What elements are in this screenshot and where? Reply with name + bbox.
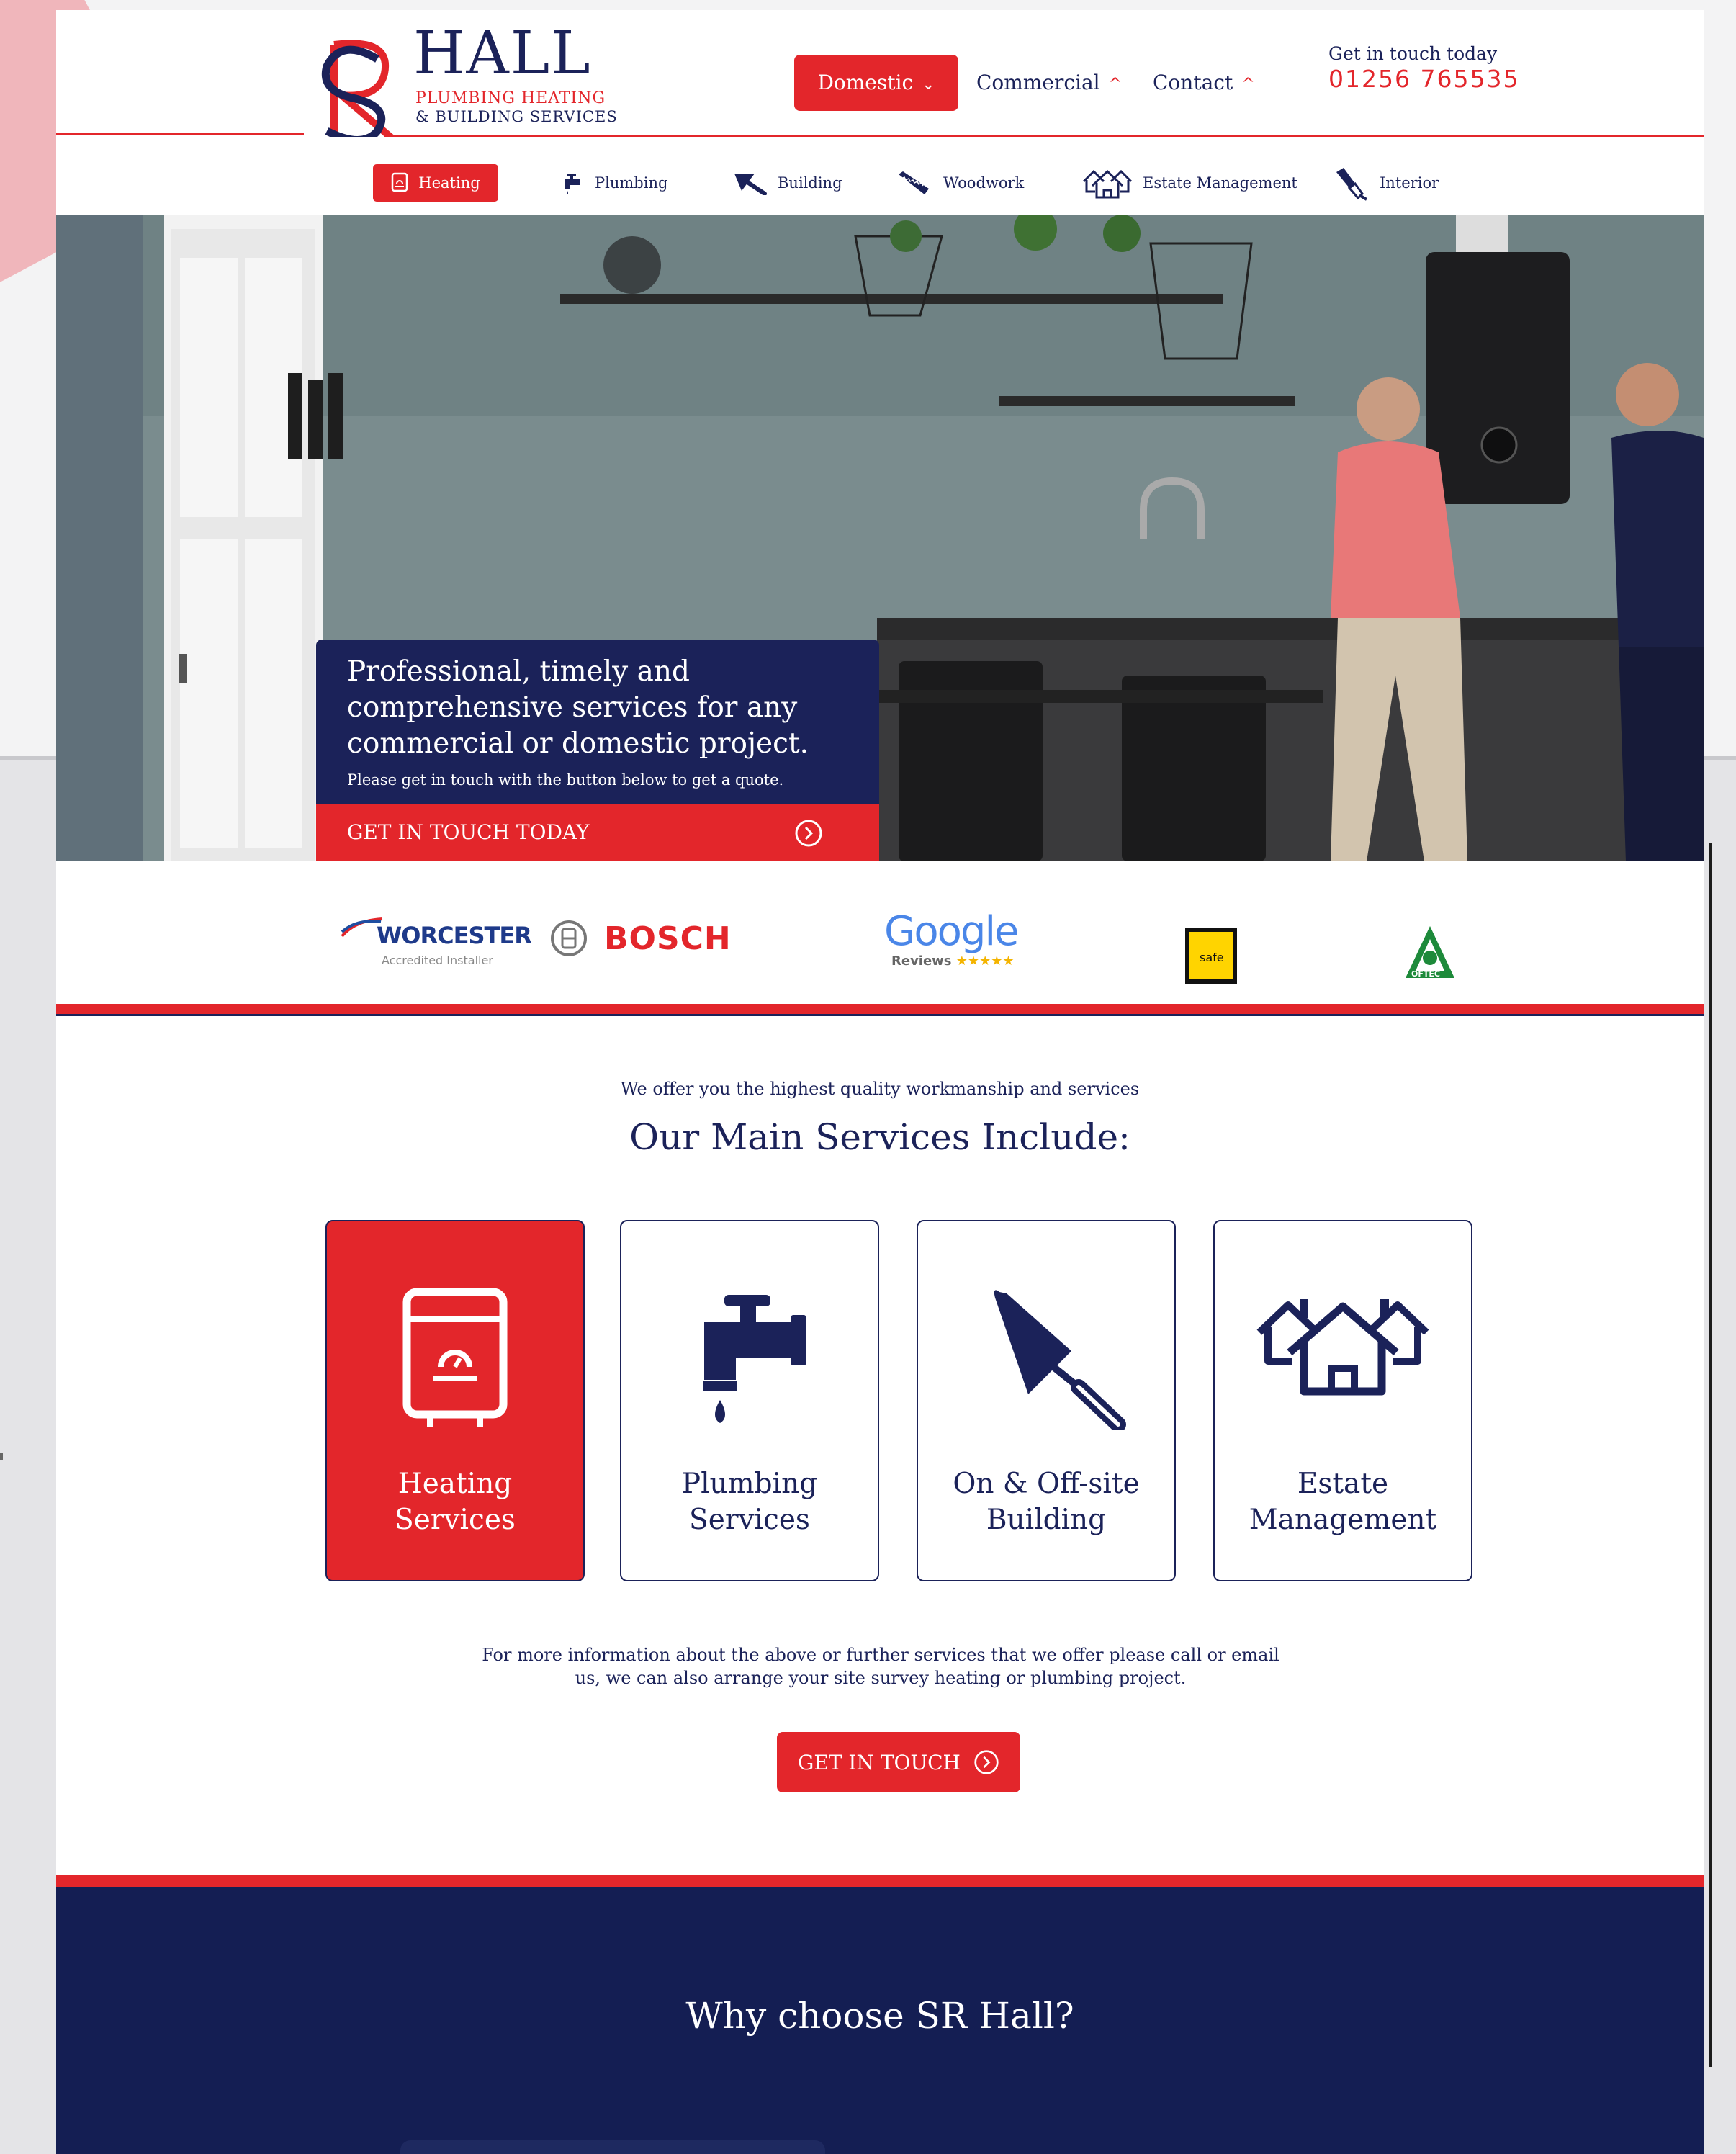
why-choose-card-top — [400, 2140, 825, 2154]
nav-contact-button[interactable]: Contact ^ — [1153, 55, 1261, 111]
bosch-armature-icon — [551, 920, 587, 956]
subnav-item-plumbing[interactable]: Plumbing — [560, 164, 667, 202]
boiler-icon — [402, 1288, 508, 1427]
subnav-label: Interior — [1380, 174, 1439, 192]
chevron-down-icon: ⌄ — [922, 76, 935, 94]
subnav-item-building[interactable]: Building — [733, 164, 842, 202]
service-subnav: Heating Plumbing Building Woodwork Estat… — [56, 137, 1704, 215]
oftec-text: OFTEC — [1411, 969, 1440, 979]
brand-name: HALL — [413, 19, 592, 88]
section-divider-red — [56, 1004, 1704, 1014]
card-icon-wrap — [918, 1286, 1174, 1430]
services-tagline: We offer you the highest quality workman… — [620, 1079, 1140, 1099]
gas-safe-text: safe — [1200, 951, 1224, 964]
subnav-item-heating[interactable]: Heating — [373, 164, 498, 202]
google-reviews-logo: Google Reviews ★★★★★ — [884, 912, 1028, 977]
worcester-logo: WORCESTER Accredited Installer — [341, 917, 532, 975]
brand-tagline-2: & BUILDING SERVICES — [415, 108, 618, 125]
why-choose-section: Why choose SR Hall? — [56, 1887, 1704, 2154]
get-in-touch-button[interactable]: GET IN TOUCH — [777, 1732, 1020, 1792]
google-caption: Reviews ★★★★★ — [891, 953, 1014, 969]
trowel-icon — [734, 174, 767, 195]
paintbrush-icon — [1336, 168, 1368, 201]
section-divider-navy — [56, 1014, 1704, 1016]
subnav-label: Woodwork — [943, 174, 1025, 192]
hero-card: Professional, timely and comprehensive s… — [316, 640, 879, 861]
google-reviews-label: Reviews — [891, 953, 952, 969]
houses-icon — [1256, 1299, 1429, 1396]
hero-headline: Professional, timely and comprehensive s… — [347, 655, 809, 760]
nav-commercial-label: Commercial — [976, 71, 1100, 94]
service-card-heating[interactable]: Heating Services — [325, 1220, 585, 1581]
service-card-building[interactable]: On & Off-site Building — [917, 1220, 1176, 1581]
stars-icon: ★★★★★ — [951, 953, 1015, 969]
hero-banner: Professional, timely and comprehensive s… — [56, 215, 1704, 861]
brand-logo[interactable]: HALL PLUMBING HEATING & BUILDING SERVICE… — [312, 23, 673, 145]
brand-tagline-1: PLUMBING HEATING — [415, 89, 606, 107]
boiler-icon — [392, 172, 408, 192]
card-icon-wrap — [327, 1286, 583, 1430]
services-heading: Our Main Services Include: — [629, 1116, 1130, 1158]
nav-domestic-button[interactable]: Domestic ⌄ — [794, 55, 958, 111]
subnav-item-interior[interactable]: Interior — [1334, 164, 1439, 202]
section-divider-red — [56, 1875, 1704, 1887]
service-card-label: On & Off-site Building — [953, 1468, 1140, 1536]
hero-subtext: Please get in touch with the button belo… — [347, 771, 784, 789]
contact-label: Get in touch today — [1328, 43, 1498, 64]
service-card-estate[interactable]: Estate Management — [1213, 1220, 1472, 1581]
service-card-label: Estate Management — [1249, 1468, 1437, 1536]
nav-domestic-label: Domestic — [817, 71, 914, 94]
google-name: Google — [884, 912, 1019, 952]
subnav-label: Estate Management — [1143, 174, 1297, 192]
partner-logos: WORCESTER Accredited Installer BOSCH Goo… — [56, 861, 1704, 1004]
arrow-circle-icon — [974, 1750, 999, 1774]
bosch-logo: BOSCH — [549, 919, 732, 959]
chevron-up-icon: ^ — [1108, 76, 1123, 94]
arrow-circle-icon — [795, 820, 822, 847]
google-wordmark: Google — [884, 908, 1019, 955]
service-card-label: Heating Services — [395, 1468, 516, 1536]
worcester-name: WORCESTER — [377, 922, 532, 949]
nav-contact-label: Contact — [1153, 71, 1233, 94]
get-in-touch-today-button[interactable]: GET IN TOUCH TODAY — [316, 804, 879, 861]
saw-icon — [899, 171, 929, 194]
gas-safe-logo: safe — [1185, 928, 1237, 984]
nav-commercial-button[interactable]: Commercial ^ — [976, 55, 1124, 111]
web-page: HALL PLUMBING HEATING & BUILDING SERVICE… — [56, 10, 1704, 2154]
header-underline-left — [56, 133, 304, 135]
oftec-logo: OFTEC — [1403, 923, 1457, 981]
trowel-icon — [994, 1290, 1126, 1430]
worcester-caption: Accredited Installer — [382, 953, 493, 967]
edge-mark — [0, 1453, 3, 1460]
subnav-item-estate[interactable]: Estate Management — [1082, 164, 1297, 202]
chevron-up-icon: ^ — [1241, 76, 1255, 94]
hero-cta-label: GET IN TOUCH TODAY — [347, 820, 590, 844]
subnav-item-woodwork[interactable]: Woodwork — [897, 164, 1024, 202]
subnav-label: Building — [778, 174, 842, 192]
subnav-label: Plumbing — [595, 174, 668, 192]
card-icon-wrap — [621, 1286, 878, 1430]
bosch-name: BOSCH — [604, 920, 732, 957]
tap-icon — [565, 174, 580, 194]
phone-link[interactable]: 01256 765535 — [1328, 65, 1519, 93]
card-icon-wrap — [1215, 1286, 1471, 1430]
houses-icon — [1082, 169, 1133, 199]
get-in-touch-label: GET IN TOUCH — [798, 1750, 961, 1774]
scroll-edge — [1709, 843, 1712, 2067]
service-card-plumbing[interactable]: Plumbing Services — [620, 1220, 879, 1581]
services-info-text: For more information about the above or … — [482, 1645, 1279, 1688]
hero-photo — [56, 215, 1704, 861]
why-choose-heading: Why choose SR Hall? — [685, 1995, 1074, 2037]
sr-monogram-icon — [322, 40, 402, 145]
service-card-label: Plumbing Services — [681, 1468, 818, 1536]
subnav-label: Heating — [418, 174, 480, 192]
tap-icon — [703, 1295, 806, 1423]
